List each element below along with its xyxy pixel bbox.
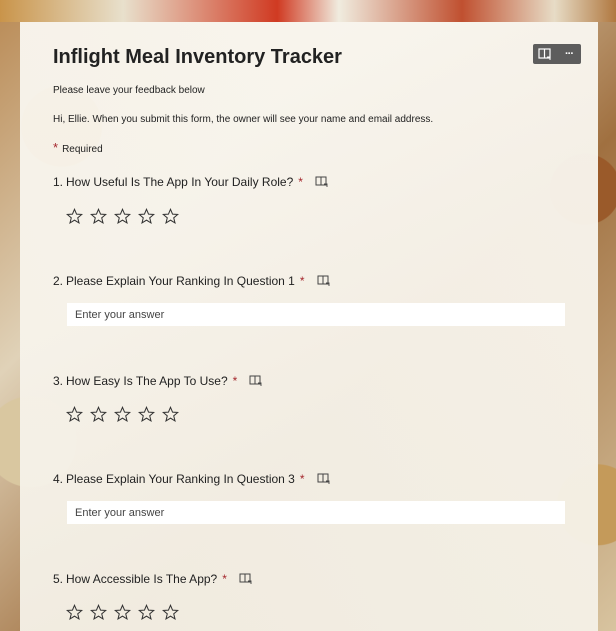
question-text: Please Explain Your Ranking In Question … [66,472,295,486]
rating-star-5[interactable] [162,208,179,225]
question-5-title: 5. How Accessible Is The App? * [53,572,253,586]
rating-star-2[interactable] [90,406,107,423]
rating-star-3[interactable] [114,604,131,621]
immersive-reader-icon[interactable] [239,573,253,585]
immersive-reader-icon [538,48,551,60]
question-text: Please Explain Your Ranking In Question … [66,274,295,288]
identity-notice: Hi, Ellie. When you submit this form, th… [53,114,434,125]
question-4-title: 4. Please Explain Your Ranking In Questi… [53,472,331,486]
question-5-rating [66,604,179,621]
required-marker: * [299,472,305,486]
immersive-reader-icon[interactable] [317,473,331,485]
more-options-button[interactable]: ··· [560,46,578,62]
form-title: Inflight Meal Inventory Tracker [53,46,342,68]
required-marker: * [53,140,59,155]
question-1-rating [66,208,179,225]
immersive-reader-icon[interactable] [317,275,331,287]
question-number: 3. [53,374,64,388]
question-2-answer-input[interactable] [67,303,565,326]
rating-star-1[interactable] [66,406,83,423]
question-3-rating [66,406,179,423]
required-marker: * [298,175,303,189]
question-text: How Easy Is The App To Use? [66,374,228,388]
form-subtitle: Please leave your feedback below [53,85,205,96]
question-number: 2. [53,274,64,288]
rating-star-4[interactable] [138,208,155,225]
question-2-title: 2. Please Explain Your Ranking In Questi… [53,274,331,288]
required-legend: * Required [53,140,103,155]
immersive-reader-icon[interactable] [315,176,329,188]
more-options-icon: ··· [565,48,574,60]
question-3-title: 3. How Easy Is The App To Use? * [53,374,263,388]
question-number: 5. [53,572,64,586]
rating-star-3[interactable] [114,406,131,423]
form-toolbar: ··· [533,44,581,64]
question-number: 4. [53,472,64,486]
question-4-answer-input[interactable] [67,501,565,524]
rating-star-2[interactable] [90,604,107,621]
immersive-reader-icon[interactable] [249,375,263,387]
question-text: How Accessible Is The App? [66,572,218,586]
rating-star-2[interactable] [90,208,107,225]
immersive-reader-button[interactable] [536,46,554,62]
rating-star-5[interactable] [162,406,179,423]
question-number: 1. [53,175,64,189]
rating-star-4[interactable] [138,406,155,423]
required-marker: * [299,274,305,288]
rating-star-4[interactable] [138,604,155,621]
form-card: ··· Inflight Meal Inventory Tracker Plea… [20,22,598,631]
rating-star-5[interactable] [162,604,179,621]
rating-star-1[interactable] [66,604,83,621]
background-image [0,0,616,22]
required-marker: * [232,374,238,388]
question-1-title: 1. How Useful Is The App In Your Daily R… [53,175,329,189]
rating-star-1[interactable] [66,208,83,225]
question-text: How Useful Is The App In Your Daily Role… [66,175,294,189]
rating-star-3[interactable] [114,208,131,225]
required-marker: * [222,572,227,586]
required-label: Required [62,144,103,155]
